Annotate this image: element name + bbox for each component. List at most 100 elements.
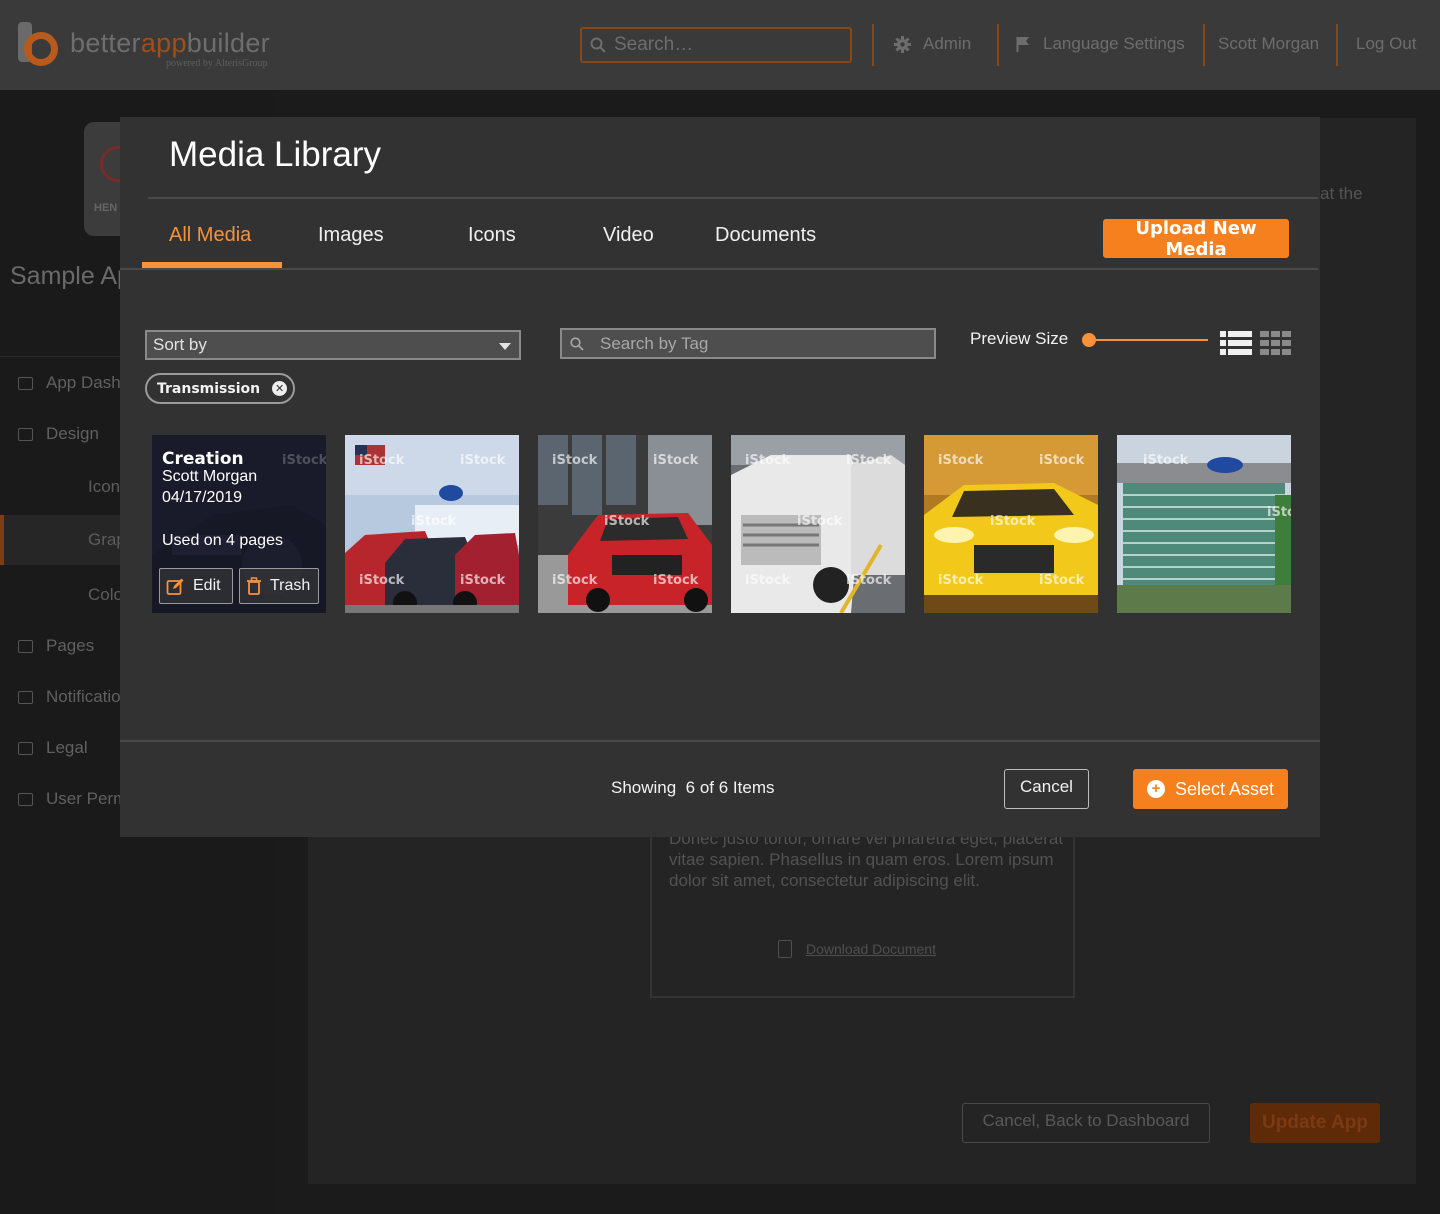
watermark: iStock	[653, 573, 699, 588]
search-icon	[590, 37, 606, 53]
app-title: Sample Ap	[10, 262, 131, 290]
preview-size-slider[interactable]	[1082, 332, 1210, 348]
search-icon	[570, 336, 584, 351]
tag-chip-label: Transmission	[157, 380, 261, 397]
watermark: iStock	[1267, 505, 1291, 520]
divider	[997, 24, 999, 66]
update-app-button[interactable]: Update App	[1250, 1103, 1380, 1143]
divider	[1203, 24, 1205, 66]
admin-link[interactable]: Admin	[894, 34, 971, 54]
watermark: iStock	[1039, 453, 1085, 468]
tag-chip: Transmission ✕	[145, 373, 296, 404]
watermark: iStock	[552, 573, 598, 588]
divider	[872, 24, 874, 66]
trash-icon	[247, 577, 261, 595]
watermark: iStock	[604, 514, 650, 529]
media-item[interactable]: iStock iStock iStock iStock iStock	[924, 435, 1098, 613]
watermark: iStock	[745, 453, 791, 468]
media-item[interactable]: iStock iStock	[1117, 435, 1291, 613]
close-icon[interactable]: ✕	[272, 381, 288, 396]
image-icon	[18, 427, 33, 441]
top-bar: betterappbuilder powered by AlterisGroup…	[0, 0, 1440, 90]
media-item[interactable]: iStock iStock iStock iStock iStock	[731, 435, 905, 613]
sidebar-item-user-permissions[interactable]: User Perm	[18, 789, 127, 809]
media-date: 04/17/2019	[162, 489, 243, 506]
logout-link[interactable]: Log Out	[1356, 34, 1417, 54]
watermark: iStock	[460, 453, 506, 468]
language-settings-link[interactable]: Language Settings	[1016, 34, 1185, 54]
home-icon	[18, 376, 33, 390]
cancel-back-to-dashboard-button[interactable]: Cancel, Back to Dashboard	[962, 1103, 1210, 1143]
watermark: iStock	[1039, 573, 1085, 588]
tab-icons[interactable]: Icons	[468, 224, 516, 247]
user-menu[interactable]: Scott Morgan	[1218, 34, 1319, 54]
trash-button[interactable]: Trash	[239, 568, 319, 604]
edit-button[interactable]: Edit	[159, 568, 233, 604]
select-asset-button[interactable]: + Select Asset	[1133, 769, 1288, 809]
file-icon	[778, 940, 792, 958]
tab-video[interactable]: Video	[603, 224, 654, 247]
watermark: iStock	[282, 453, 326, 468]
chevron-down-icon	[499, 343, 511, 350]
grid-view-icon[interactable]	[1260, 330, 1292, 356]
list-view-icon[interactable]	[1220, 330, 1252, 356]
watermark: iStock	[1143, 453, 1189, 468]
item-count-label: Showing 6 of 6 Items	[611, 778, 775, 797]
watermark: iStock	[990, 514, 1036, 529]
tab-documents[interactable]: Documents	[715, 224, 816, 247]
tag-search-input[interactable]: Search by Tag	[560, 328, 936, 359]
watermark: iStock	[411, 514, 457, 529]
document-description: Donec justo tortor, ornare vel pharetra …	[669, 829, 1064, 890]
media-usage: Used on 4 pages	[162, 532, 283, 549]
sort-by-select[interactable]: Sort by	[145, 330, 521, 360]
watermark: iStock	[359, 573, 405, 588]
sidebar-item-pages[interactable]: Pages	[18, 636, 94, 656]
slider-track	[1088, 339, 1208, 341]
watermark: iStock	[552, 453, 598, 468]
media-item[interactable]: Creation Scott Morgan 04/17/2019 Used on…	[152, 435, 326, 613]
sidebar-item-design[interactable]: Design	[18, 424, 99, 444]
tab-all-media[interactable]: All Media	[169, 224, 251, 247]
scale-icon	[18, 741, 33, 755]
slider-handle[interactable]	[1082, 333, 1096, 347]
pages-icon	[18, 639, 33, 653]
watermark: iStock	[797, 514, 843, 529]
divider	[120, 740, 1320, 742]
app-card-label: HEN	[94, 202, 118, 214]
sort-by-value: Sort by	[153, 335, 207, 354]
logo-mark-icon	[14, 20, 60, 68]
watermark: iStock	[846, 573, 892, 588]
mail-icon	[18, 690, 33, 704]
media-item[interactable]: iStock iStock iStock iStock iStock	[538, 435, 712, 613]
plus-circle-icon: +	[1146, 780, 1165, 798]
global-search-placeholder: Search…	[614, 34, 694, 55]
watermark: iStock	[653, 453, 699, 468]
watermark: iStock	[846, 453, 892, 468]
watermark: iStock	[460, 573, 506, 588]
edit-icon	[166, 578, 184, 595]
watermark: iStock	[359, 453, 405, 468]
sidebar-item-notifications[interactable]: Notificatio	[18, 687, 121, 707]
sidebar-subitem-colors[interactable]: Colo	[88, 585, 123, 605]
global-search-input[interactable]: Search…	[580, 27, 852, 63]
upload-new-media-button[interactable]: Upload New Media	[1103, 218, 1289, 260]
flag-icon	[1016, 37, 1029, 52]
gear-icon	[894, 35, 911, 53]
sidebar-subitem-icons[interactable]: Icon	[88, 477, 120, 497]
divider	[148, 197, 1318, 199]
modal-title: Media Library	[169, 135, 382, 174]
divider	[1336, 24, 1338, 66]
lock-icon	[18, 792, 33, 806]
download-document-link[interactable]: Download Document	[778, 940, 936, 958]
media-library-modal: Media Library All Media Images Icons Vid…	[120, 117, 1320, 837]
sidebar-item-legal[interactable]: Legal	[18, 738, 88, 758]
tag-search-placeholder: Search by Tag	[600, 333, 709, 353]
watermark: iStock	[938, 453, 984, 468]
media-caption-title: Creation	[162, 449, 244, 469]
watermark: iStock	[745, 573, 791, 588]
cancel-button[interactable]: Cancel	[1004, 769, 1089, 809]
divider	[120, 268, 1318, 270]
sidebar-item-app-dashboard[interactable]: App Dash	[18, 373, 121, 393]
tab-images[interactable]: Images	[318, 224, 384, 247]
media-item[interactable]: iStock iStock iStock iStock iStock	[345, 435, 519, 613]
